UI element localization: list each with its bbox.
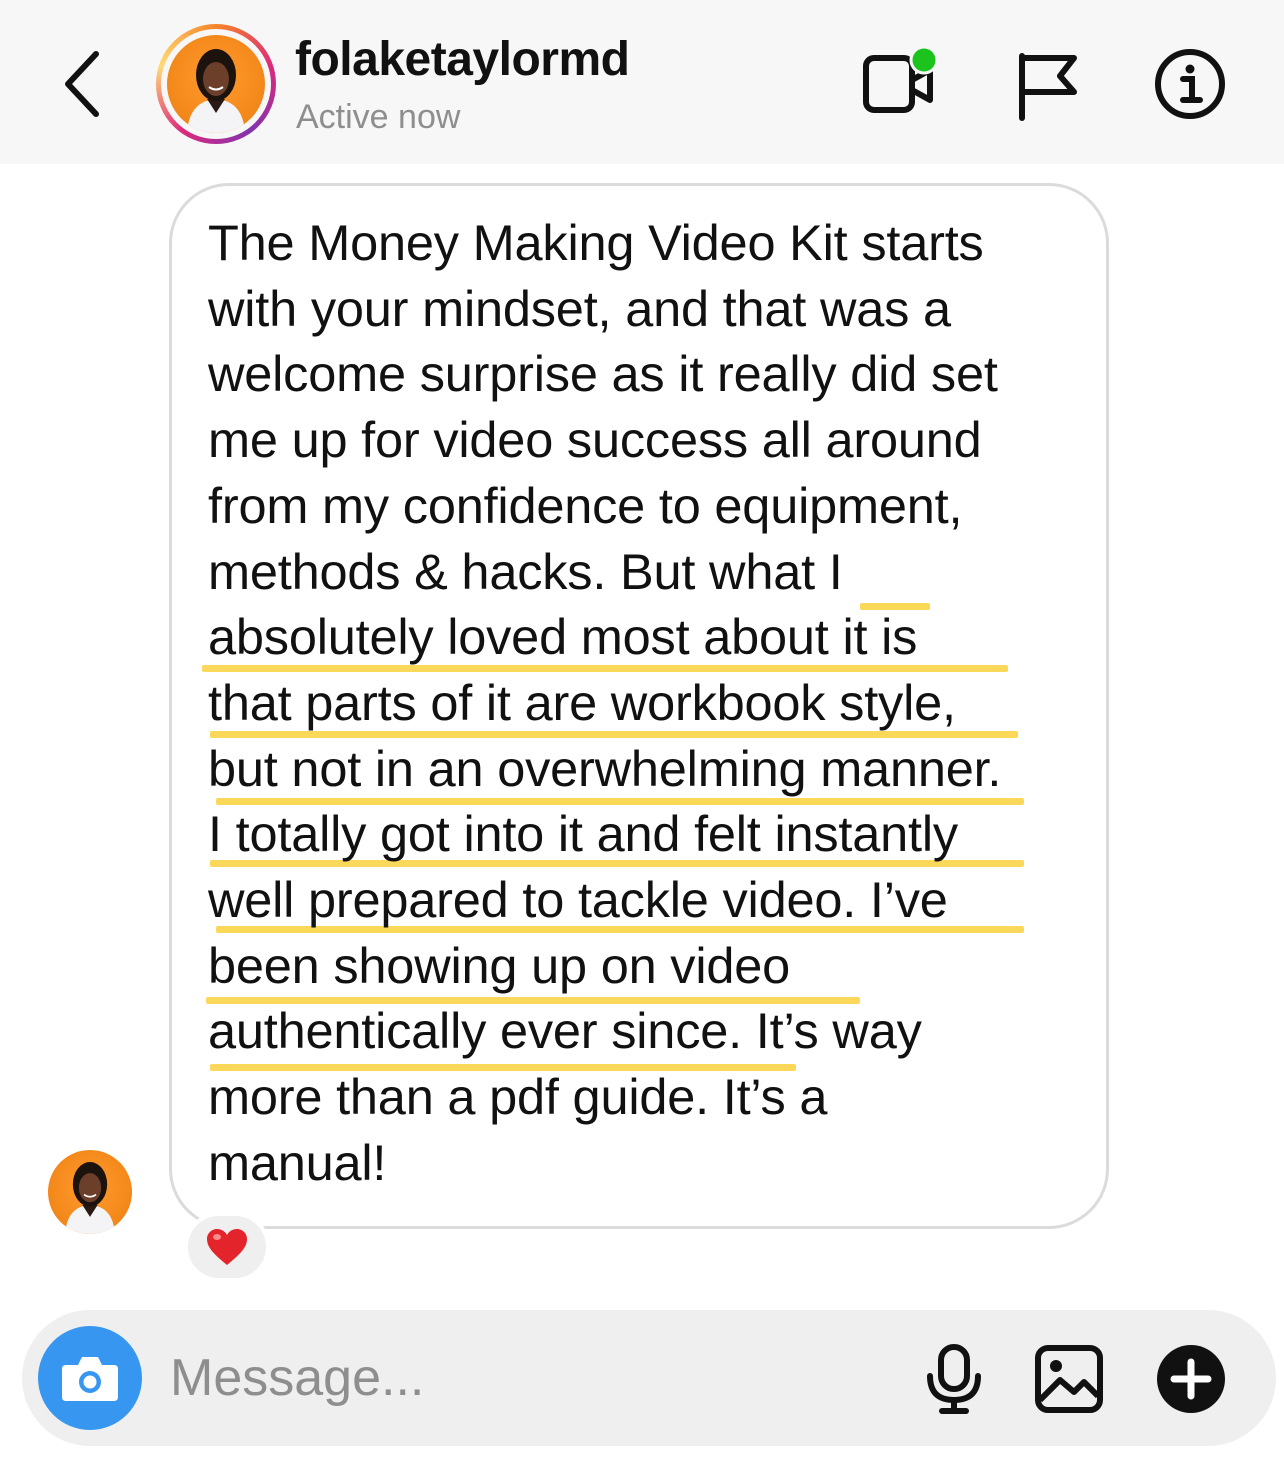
heart-reaction[interactable]	[184, 1212, 270, 1282]
online-dot	[909, 45, 939, 75]
direct-message-screen: folaketaylormd Active now The Money Maki…	[0, 0, 1284, 1459]
heart-icon	[207, 1229, 247, 1265]
message-text: The Money Making Video Kit starts with y…	[208, 210, 1088, 1196]
plus-icon[interactable]	[1156, 1344, 1226, 1414]
message-line: authentically ever since. It’s way	[208, 1002, 922, 1060]
message-line: more than a pdf guide. It’s a	[208, 1068, 828, 1126]
info-icon[interactable]	[1154, 48, 1226, 120]
message-line: The Money Making Video Kit starts	[208, 214, 984, 271]
message-line: methods & hacks. But what I	[208, 542, 843, 600]
message-line: I totally got into it and felt instantly	[208, 805, 958, 863]
camera-button[interactable]	[38, 1326, 142, 1430]
message-line: been showing up on video	[208, 936, 791, 994]
message-line: but not in an overwhelming manner.	[208, 739, 1002, 797]
message-line: from my confidence to equipment,	[208, 476, 963, 534]
message-bubble[interactable]: The Money Making Video Kit starts with y…	[169, 183, 1109, 1229]
message-line: manual!	[208, 1133, 387, 1191]
message-composer	[22, 1310, 1276, 1446]
message-input[interactable]	[170, 1342, 890, 1414]
flag-icon[interactable]	[1014, 50, 1082, 122]
sender-avatar[interactable]	[48, 1150, 132, 1234]
chat-header: folaketaylormd Active now	[0, 0, 1284, 164]
message-line: me up for video success all around	[208, 411, 982, 469]
active-status: Active now	[296, 98, 461, 136]
video-call-icon[interactable]	[862, 44, 942, 120]
back-icon[interactable]	[56, 46, 112, 122]
message-line: well prepared to tackle video. I’ve	[208, 871, 948, 929]
avatar-photo	[167, 35, 265, 133]
message-line: that parts of it are workbook style,	[208, 673, 956, 731]
camera-icon	[62, 1357, 118, 1401]
avatar-photo	[48, 1150, 132, 1234]
message-line: with your mindset, and that was a	[208, 279, 951, 337]
gallery-icon[interactable]	[1034, 1344, 1104, 1414]
message-line: welcome surprise as it really did set	[208, 345, 998, 403]
chat-username[interactable]: folaketaylormd	[295, 32, 630, 87]
microphone-icon[interactable]	[924, 1344, 984, 1414]
profile-avatar[interactable]	[156, 24, 276, 144]
message-line: absolutely loved most about it is	[208, 608, 918, 666]
